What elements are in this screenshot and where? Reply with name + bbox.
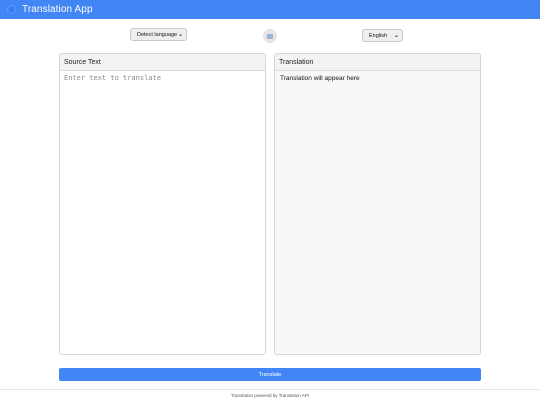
translation-output: Translation will appear here <box>280 75 360 82</box>
target-language-value: English <box>369 32 388 39</box>
source-panel-title: Source Text <box>60 54 265 71</box>
footer-divider <box>0 389 540 390</box>
chevron-down-icon: ⌄ <box>177 32 183 38</box>
footer-text: Translation powered by Translation API <box>230 393 310 398</box>
chevron-down-icon: ⌄ <box>393 33 399 39</box>
source-language-select[interactable]: Detect language ⌄ <box>130 28 187 41</box>
target-language-select[interactable]: English ⌄ <box>362 29 403 42</box>
translation-panel: Translation Translation will appear here <box>274 53 481 355</box>
source-language-value: Detect language <box>137 31 178 38</box>
source-text-panel: Source Text <box>59 53 266 355</box>
swap-languages-button[interactable] <box>263 29 277 43</box>
app-header: Translation App <box>0 0 540 19</box>
app-title: Translation App <box>22 4 93 15</box>
translation-panel-title: Translation <box>275 54 480 71</box>
swap-languages-icon <box>267 33 273 39</box>
source-text-input[interactable] <box>60 71 265 354</box>
globe-icon <box>7 5 16 14</box>
translate-button[interactable]: Translate <box>59 368 481 381</box>
